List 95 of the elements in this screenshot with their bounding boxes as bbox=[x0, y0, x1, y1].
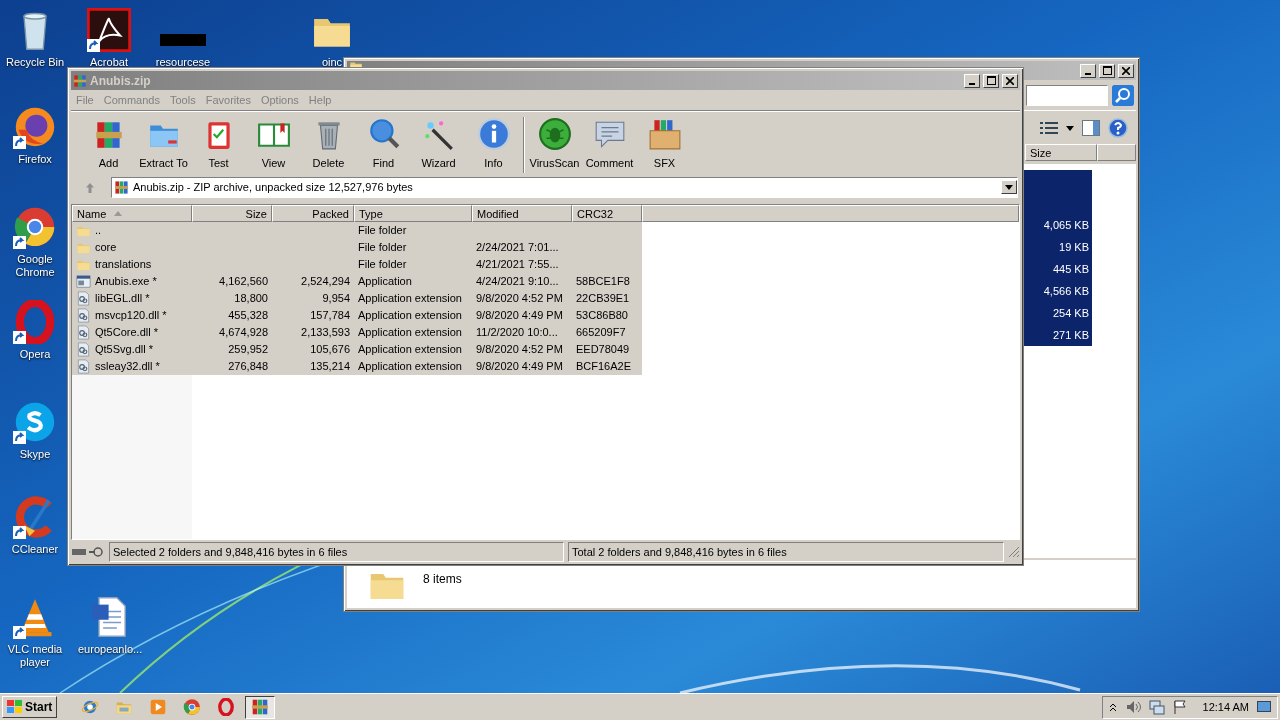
desktop-icon-label[interactable]: Opera bbox=[19, 348, 51, 361]
file-name-cell[interactable]: Anubis.exe * bbox=[72, 273, 192, 290]
file-row[interactable]: .. File folder bbox=[72, 222, 642, 239]
date-cell-text: 9/8/2020 4:49 PM bbox=[475, 359, 564, 374]
desktop-icon-label[interactable]: oinc bbox=[321, 56, 343, 69]
file-name-cell[interactable]: msvcp120.dll * bbox=[72, 307, 192, 324]
size-cell-text: 276,848 bbox=[227, 359, 269, 374]
toolbar-button[interactable]: Add bbox=[81, 115, 136, 174]
checksum-cell-text: EED78049 bbox=[575, 342, 631, 357]
file-size-cell[interactable]: 4,566 KB bbox=[1024, 280, 1092, 302]
window-title: Anubis.zip bbox=[90, 72, 151, 90]
file-name-cell[interactable]: core bbox=[72, 239, 192, 256]
checksum-cell-text: 58BCE1F8 bbox=[575, 274, 631, 289]
file-row[interactable]: Anubis.exe * 4,162,560 2,524,294 Application 4/24/2021 9:10... 58BCE1F8 bbox=[72, 273, 642, 290]
size-cell-text: 18,800 bbox=[233, 291, 269, 306]
desktop-icon-label[interactable]: Recycle Bin bbox=[5, 56, 65, 69]
packed-size-cell-text: 105,676 bbox=[309, 342, 351, 357]
start-button[interactable]: Start bbox=[2, 696, 58, 718]
date-cell-text: 4/21/2021 7:55... bbox=[475, 257, 560, 272]
desktop-icon-label[interactable]: VLC media player bbox=[3, 643, 67, 669]
type-cell-text: Application extension bbox=[357, 325, 463, 340]
type-cell-text: Application extension bbox=[357, 359, 463, 374]
file-row[interactable]: libEGL.dll * 18,800 9,954 Application extension 9/8/2020 4:52 PM 22CB39E1 bbox=[72, 290, 642, 307]
size-cell-text: 4,674,928 bbox=[218, 325, 269, 340]
checksum-cell-text: 665209F7 bbox=[575, 325, 627, 340]
file-name-cell[interactable]: translations bbox=[72, 256, 192, 273]
packed-size-cell-text: 135,214 bbox=[309, 359, 351, 374]
date-cell-text: 9/8/2020 4:52 PM bbox=[475, 291, 564, 306]
toolbar-button[interactable]: Comment bbox=[582, 115, 637, 174]
size-cell-text: 259,952 bbox=[227, 342, 269, 357]
toolbar-button[interactable]: Wizard bbox=[411, 115, 466, 174]
packed-size-cell-text: 9,954 bbox=[321, 291, 351, 306]
toolbar-button[interactable]: Info bbox=[466, 115, 521, 174]
file-row[interactable]: Qt5Svg.dll * 259,952 105,676 Application extension 9/8/2020 4:52 PM EED78049 bbox=[72, 341, 642, 358]
address-field[interactable]: Anubis.zip - ZIP archive, unpacked size 12,527,976 bytes bbox=[111, 176, 1018, 198]
column-header[interactable]: Name bbox=[72, 205, 192, 222]
type-cell-text: Application extension bbox=[357, 291, 463, 306]
toolbar-button[interactable]: VirusScan bbox=[527, 115, 582, 174]
toolbar-button[interactable]: Delete bbox=[301, 115, 356, 174]
file-row[interactable]: core File folder 2/24/2021 7:01... bbox=[72, 239, 642, 256]
desktop-icon-label[interactable]: resourcese bbox=[155, 56, 211, 69]
desktop-icon-label[interactable]: CCleaner bbox=[11, 543, 59, 556]
desktop-icon-label[interactable]: Google Chrome bbox=[3, 253, 67, 279]
checksum-cell-text: 53C86B80 bbox=[575, 308, 629, 323]
file-name-cell[interactable]: Qt5Svg.dll * bbox=[72, 341, 192, 358]
item-count-text: 8 items bbox=[423, 571, 462, 588]
type-cell-text: Application extension bbox=[357, 308, 463, 323]
desktop-icon-label[interactable]: Acrobat bbox=[90, 56, 128, 69]
type-cell-text: Application bbox=[357, 274, 413, 289]
file-row[interactable]: Qt5Core.dll * 4,674,928 2,133,593 Application extension 11/2/2020 10:0... 665209F7 bbox=[72, 324, 642, 341]
date-cell-text: 4/24/2021 9:10... bbox=[475, 274, 560, 289]
column-header[interactable]: Size bbox=[192, 205, 272, 222]
file-size-cell[interactable]: 19 KB bbox=[1024, 236, 1092, 258]
column-header[interactable]: Type bbox=[354, 205, 472, 222]
type-cell-text: File folder bbox=[357, 257, 408, 272]
column-header[interactable]: CRC32 bbox=[572, 205, 642, 222]
toolbar-button[interactable]: Find bbox=[356, 115, 411, 174]
type-cell-text: File folder bbox=[357, 240, 408, 255]
packed-size-cell-text: 157,784 bbox=[309, 308, 351, 323]
toolbar-button[interactable]: View bbox=[246, 115, 301, 174]
date-cell-text: 11/2/2020 10:0... bbox=[475, 325, 559, 340]
toolbar-button[interactable]: SFX bbox=[637, 115, 692, 174]
date-cell-text: 9/8/2020 4:49 PM bbox=[475, 308, 564, 323]
column-header[interactable]: Modified bbox=[472, 205, 572, 222]
date-cell-text: 2/24/2021 7:01... bbox=[475, 240, 560, 255]
checksum-cell-text: 22CB39E1 bbox=[575, 291, 631, 306]
type-cell-text: Application extension bbox=[357, 342, 463, 357]
clock-text[interactable]: 12:14 AM bbox=[1202, 698, 1249, 716]
packed-size-cell-text: 2,133,593 bbox=[300, 325, 351, 340]
desktop-icon-label[interactable]: Skype bbox=[19, 448, 51, 461]
toolbar-button[interactable]: Test bbox=[191, 115, 246, 174]
desktop-icon-label[interactable]: europeanlo... bbox=[78, 643, 142, 656]
file-name-cell[interactable]: .. bbox=[72, 222, 192, 239]
file-row[interactable]: translations File folder 4/21/2021 7:55... bbox=[72, 256, 642, 273]
file-name-cell[interactable]: ssleay32.dll * bbox=[72, 358, 192, 375]
file-size-cell[interactable]: 271 KB bbox=[1024, 324, 1092, 346]
packed-size-cell-text: 2,524,294 bbox=[300, 274, 351, 289]
size-cell-text: 455,328 bbox=[227, 308, 269, 323]
column-header[interactable]: Packed bbox=[272, 205, 354, 222]
status-text: Total 2 folders and 9,848,416 bytes in 6 files bbox=[568, 541, 1004, 563]
column-header[interactable]: Size bbox=[1025, 144, 1097, 161]
file-size-cell[interactable]: 4,065 KB bbox=[1024, 214, 1092, 236]
file-size-cell[interactable]: 254 KB bbox=[1024, 302, 1092, 324]
type-cell-text: File folder bbox=[357, 223, 408, 238]
status-text: Selected 2 folders and 9,848,416 bytes in 6 files bbox=[109, 541, 564, 563]
file-size-cell[interactable]: 445 KB bbox=[1024, 258, 1092, 280]
date-cell-text: 9/8/2020 4:52 PM bbox=[475, 342, 564, 357]
file-row[interactable]: ssleay32.dll * 276,848 135,214 Application extension 9/8/2020 4:49 PM BCF16A2E bbox=[72, 358, 642, 375]
toolbar-button[interactable]: Extract To bbox=[136, 115, 191, 174]
desktop-icon-label[interactable]: Firefox bbox=[18, 153, 52, 166]
size-cell-text: 4,162,560 bbox=[218, 274, 269, 289]
file-name-cell[interactable]: Qt5Core.dll * bbox=[72, 324, 192, 341]
file-row[interactable]: msvcp120.dll * 455,328 157,784 Application extension 9/8/2020 4:49 PM 53C86B80 bbox=[72, 307, 642, 324]
file-name-cell[interactable]: libEGL.dll * bbox=[72, 290, 192, 307]
checksum-cell-text: BCF16A2E bbox=[575, 359, 633, 374]
